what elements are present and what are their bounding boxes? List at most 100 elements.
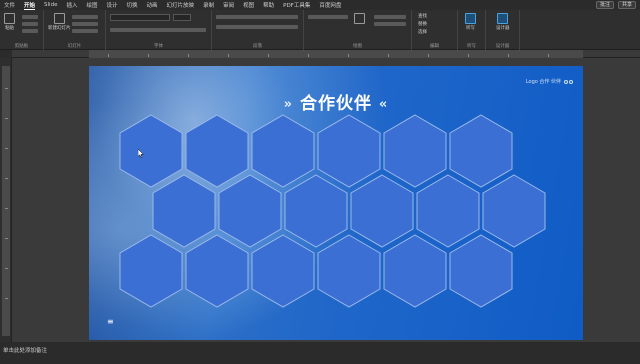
replace-button[interactable]: 替换 bbox=[418, 21, 427, 27]
hexagon-polygon bbox=[185, 234, 249, 308]
slide-editing-area[interactable]: Logo 合作 伙伴 » 合作伙伴 « ≡ bbox=[12, 58, 640, 342]
dictate-button[interactable]: 听写 bbox=[465, 13, 476, 31]
tab-slideshow[interactable]: 幻灯片放映 bbox=[167, 1, 195, 9]
ruler-tick bbox=[188, 54, 189, 57]
drawing-group-label: 绘图 bbox=[353, 44, 362, 49]
tab-draw[interactable]: 绘图 bbox=[86, 1, 97, 9]
paste-button[interactable]: 粘贴 bbox=[4, 13, 15, 31]
slides-group-label: 幻灯片 bbox=[67, 44, 82, 49]
tab-baidu-netdisk[interactable]: 百度网盘 bbox=[319, 1, 341, 9]
slide-header-logo: Logo 合作 伙伴 bbox=[526, 78, 573, 85]
ruler-tick bbox=[508, 54, 509, 57]
partner-logo-placeholder[interactable] bbox=[119, 234, 183, 308]
editing-group-label: 编辑 bbox=[430, 44, 439, 49]
clipboard-group-label: 剪贴板 bbox=[14, 44, 29, 49]
hexagon-polygon bbox=[251, 234, 315, 308]
copy-icon[interactable] bbox=[22, 22, 38, 26]
partner-logo-placeholder[interactable] bbox=[317, 234, 381, 308]
editing-group: 查找 替换 选择 编辑 bbox=[412, 10, 458, 50]
tab-home[interactable]: 开始 bbox=[24, 1, 36, 10]
tab-review[interactable]: 审阅 bbox=[223, 1, 234, 9]
paragraph-group-label: 段落 bbox=[253, 44, 262, 49]
ruler-tick bbox=[5, 148, 8, 149]
ruler-tick bbox=[388, 54, 389, 57]
arrange-button[interactable] bbox=[354, 13, 365, 25]
tab-design[interactable]: 设计 bbox=[107, 1, 118, 9]
shape-outline-icon[interactable] bbox=[374, 22, 406, 26]
vertical-ruler[interactable] bbox=[0, 58, 12, 342]
ruler-tick bbox=[5, 208, 8, 209]
tab-record[interactable]: 录制 bbox=[203, 1, 214, 9]
microphone-icon bbox=[465, 13, 476, 24]
partner-logo-placeholder[interactable] bbox=[383, 234, 447, 308]
ruler-tick bbox=[5, 298, 8, 299]
ribbon: 粘贴 剪贴板 新建幻灯片 幻灯片 字体 段落 绘图 查找 替换 选择 编辑 听写… bbox=[0, 10, 640, 50]
tab-help[interactable]: 帮助 bbox=[263, 1, 274, 9]
ruler-tick bbox=[268, 54, 269, 57]
share-button[interactable]: 共享 bbox=[617, 1, 636, 9]
ruler-tick bbox=[228, 54, 229, 57]
new-slide-button[interactable]: 新建幻灯片 bbox=[48, 13, 71, 31]
paragraph-group: 段落 bbox=[212, 10, 304, 50]
slide-title-text: 合作伙伴 bbox=[300, 94, 372, 114]
partner-logo-placeholder[interactable] bbox=[251, 234, 315, 308]
notes-placeholder[interactable]: 单击此处添加备注 bbox=[3, 346, 47, 354]
shapes-gallery[interactable] bbox=[308, 15, 348, 19]
slide-header-text: Logo 合作 伙伴 bbox=[525, 79, 561, 85]
ruler-tick bbox=[468, 54, 469, 57]
horizontal-ruler[interactable] bbox=[12, 50, 640, 58]
reset-icon[interactable] bbox=[72, 22, 98, 26]
cut-icon[interactable] bbox=[22, 15, 38, 19]
list-buttons[interactable] bbox=[216, 15, 298, 19]
slides-group: 新建幻灯片 幻灯片 bbox=[44, 10, 106, 50]
comments-button[interactable]: 批注 bbox=[595, 1, 614, 9]
format-painter-icon[interactable] bbox=[22, 29, 38, 33]
tab-file[interactable]: 文件 bbox=[4, 1, 15, 9]
ruler-tick bbox=[148, 54, 149, 57]
align-buttons[interactable] bbox=[216, 25, 298, 29]
hexagon-polygon bbox=[383, 234, 447, 308]
slide[interactable]: Logo 合作 伙伴 » 合作伙伴 « ≡ bbox=[89, 66, 583, 340]
select-button[interactable]: 选择 bbox=[418, 29, 427, 35]
new-slide-icon bbox=[53, 13, 65, 24]
tab-pdf-tools[interactable]: PDF工具集 bbox=[283, 1, 310, 9]
partner-logo-placeholder[interactable] bbox=[185, 234, 249, 308]
tab-animations[interactable]: 动画 bbox=[147, 1, 158, 9]
tab-transitions[interactable]: 切换 bbox=[127, 1, 138, 9]
ruler-tick bbox=[308, 54, 309, 57]
mouse-cursor-icon bbox=[138, 149, 144, 158]
drawing-group: 绘图 bbox=[304, 10, 412, 50]
font-format-buttons[interactable] bbox=[110, 28, 206, 32]
shape-fill-icon[interactable] bbox=[374, 15, 406, 19]
dictate-group: 听写 听写 bbox=[458, 10, 486, 50]
hexagon-shape bbox=[119, 234, 183, 308]
font-group-label: 字体 bbox=[154, 44, 163, 49]
tab-slide[interactable]: Slide bbox=[44, 2, 57, 8]
font-group: 字体 bbox=[106, 10, 212, 50]
hexagon-polygon bbox=[317, 234, 381, 308]
menu-icon: ≡ bbox=[107, 317, 114, 326]
designer-group: 设计器 设计器 bbox=[486, 10, 520, 50]
designer-icon bbox=[497, 13, 509, 24]
designer-group-label: 设计器 bbox=[495, 44, 510, 49]
dictate-label: 听写 bbox=[466, 26, 475, 31]
slide-header-dots-icon bbox=[564, 79, 573, 84]
tab-insert[interactable]: 插入 bbox=[66, 1, 77, 9]
new-slide-label: 新建幻灯片 bbox=[48, 26, 71, 31]
designer-button[interactable]: 设计器 bbox=[496, 13, 510, 31]
status-bar: 单击此处添加备注 bbox=[0, 342, 640, 364]
tab-view[interactable]: 视图 bbox=[243, 1, 254, 9]
slide-title[interactable]: » 合作伙伴 « bbox=[89, 89, 583, 114]
clipboard-group: 粘贴 剪贴板 bbox=[0, 10, 44, 50]
ruler-tick bbox=[5, 118, 8, 119]
font-size-combo[interactable] bbox=[173, 14, 191, 21]
hexagon-shape bbox=[251, 234, 315, 308]
layout-icon[interactable] bbox=[72, 15, 98, 19]
find-button[interactable]: 查找 bbox=[418, 13, 427, 19]
hexagon-shape bbox=[317, 234, 381, 308]
hexagon-polygon bbox=[119, 234, 183, 308]
partner-logo-placeholder[interactable] bbox=[449, 234, 513, 308]
font-name-combo[interactable] bbox=[110, 14, 170, 21]
section-icon[interactable] bbox=[72, 29, 98, 33]
ruler-tick bbox=[5, 88, 8, 89]
